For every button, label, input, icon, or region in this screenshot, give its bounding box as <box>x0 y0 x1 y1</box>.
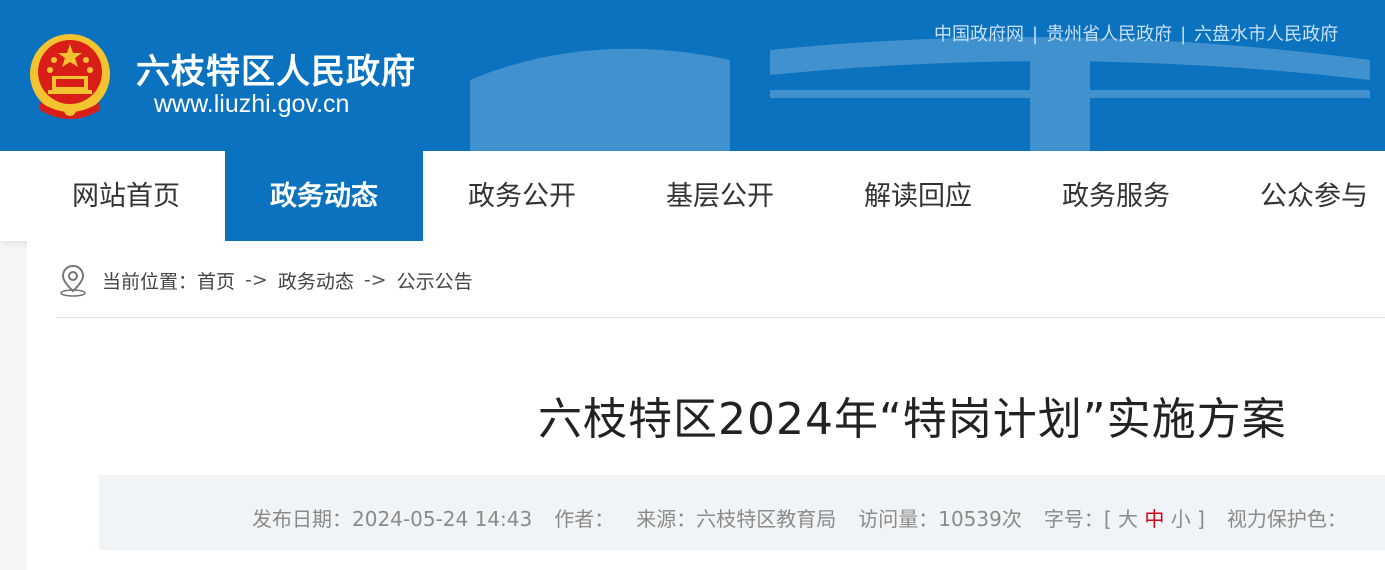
site-url[interactable]: www.liuzhi.gov.cn <box>154 90 349 119</box>
location-pin-icon <box>60 264 86 297</box>
divider <box>57 317 1385 318</box>
font-size-label: 字号： <box>1043 507 1104 531</box>
publish-date: 2024-05-24 14:43 <box>352 507 533 531</box>
font-size-open-bracket: [ <box>1103 507 1112 531</box>
nav-item-news[interactable]: 政务动态 <box>225 151 423 241</box>
site-name[interactable]: 六枝特区人民政府 <box>136 44 416 93</box>
article-title: 六枝特区2024年“特岗计划”实施方案 <box>538 394 1287 445</box>
nav-item-home[interactable]: 网站首页 <box>27 151 225 241</box>
top-link-liupanshui[interactable]: 六盘水市人民政府 <box>1194 24 1338 45</box>
font-size-large-button[interactable]: 大 <box>1118 507 1138 531</box>
nav-item-open-gov[interactable]: 政务公开 <box>423 151 621 241</box>
font-size-small-button[interactable]: 小 <box>1171 507 1191 531</box>
breadcrumb-separator: -> <box>363 269 387 291</box>
font-size-close-bracket: ] <box>1197 507 1205 531</box>
nav-item-grassroots[interactable]: 基层公开 <box>621 151 819 241</box>
nav-item-services[interactable]: 政务服务 <box>1017 151 1215 241</box>
breadcrumb-prefix: 当前位置： <box>102 270 198 293</box>
font-size-medium-button[interactable]: 中 <box>1144 507 1164 531</box>
breadcrumb-news[interactable]: 政务动态 <box>278 267 354 294</box>
breadcrumb: 当前位置： 首页 -> 政务动态 -> 公示公告 <box>58 262 473 298</box>
views-value: 10539次 <box>938 507 1022 531</box>
eye-care-label: 视力保护色： <box>1226 507 1347 531</box>
breadcrumb-home[interactable]: 首页 <box>197 267 235 294</box>
source-label: 来源： <box>636 507 697 531</box>
nav-item-interpretation[interactable]: 解读回应 <box>819 151 1017 241</box>
national-emblem-icon <box>30 34 110 119</box>
top-link-separator: | <box>1180 24 1187 45</box>
article-meta: 发布日期：2024-05-24 14:43 作者： 来源：六枝特区教育局 访问量：10… <box>252 503 1347 532</box>
breadcrumb-separator: -> <box>245 269 268 291</box>
views-label: 访问量： <box>858 507 939 531</box>
author-label: 作者： <box>554 507 615 531</box>
main-nav: 网站首页 政务动态 政务公开 基层公开 解读回应 政务服务 公众参与 <box>0 151 1385 241</box>
date-label: 发布日期： <box>252 507 352 531</box>
top-link-separator: | <box>1032 24 1039 45</box>
breadcrumb-announcements[interactable]: 公示公告 <box>397 267 473 294</box>
top-link-guizhou[interactable]: 贵州省人民政府 <box>1046 24 1172 45</box>
nav-item-participation[interactable]: 公众参与 <box>1215 151 1385 241</box>
site-header: 六枝特区人民政府 www.liuzhi.gov.cn 中国政府网 | 贵州省人民政府… <box>0 0 1385 151</box>
source-value: 六枝特区教育局 <box>696 507 837 531</box>
top-links: 中国政府网 | 贵州省人民政府 | 六盘水市人民政府 <box>934 20 1338 46</box>
top-link-gov-cn[interactable]: 中国政府网 <box>934 24 1024 45</box>
